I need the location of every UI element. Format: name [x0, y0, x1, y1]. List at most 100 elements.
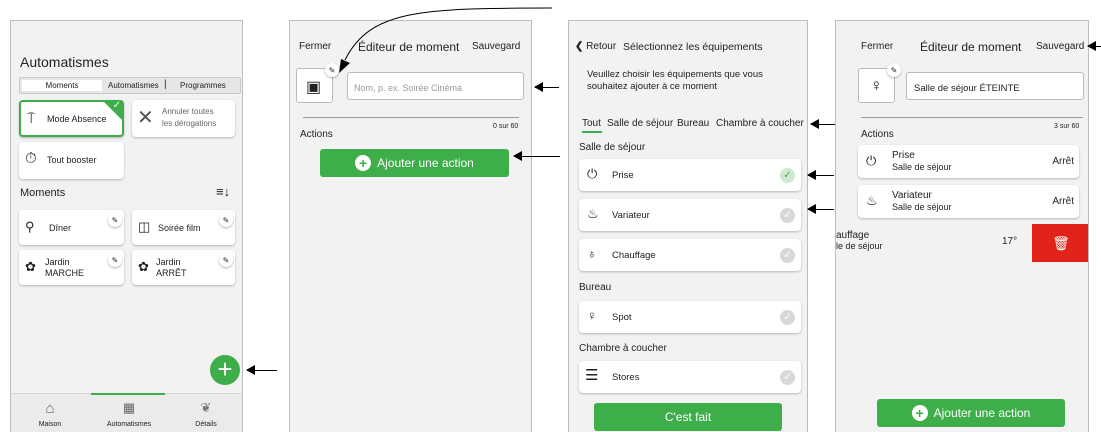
name-input[interactable]: Salle de séjour ÉTEINTE	[906, 72, 1084, 100]
nav-automatismes[interactable]: ▦ Automatismes	[99, 400, 159, 428]
edit-icon[interactable]: ✎	[219, 253, 233, 267]
save-link[interactable]: Sauvegard	[1036, 41, 1084, 52]
nav-details[interactable]: ❦ Détails	[181, 400, 231, 428]
moment-tile-diner[interactable]: ⚲ Dîner ✎	[19, 210, 124, 245]
mode-absence-tile[interactable]: ⍑ Mode Absence ✓	[19, 100, 124, 137]
check-icon[interactable]: ✓	[780, 370, 795, 385]
callout-arrow-add-action	[513, 151, 560, 161]
tab-bureau[interactable]: Bureau	[677, 118, 709, 129]
moment-tile-jardin-arret[interactable]: ✿ Jardin ARRÊT ✎	[132, 250, 235, 285]
edit-icon[interactable]: ✎	[108, 253, 122, 267]
action-room: le de séjour	[836, 241, 883, 251]
callout-curve-arrow	[339, 7, 553, 73]
tout-booster-tile[interactable]: ⏱ Tout booster	[19, 142, 124, 179]
actions-label: Actions	[861, 129, 894, 140]
blinds-icon: ☰	[585, 367, 599, 384]
equipment-label: Stores	[612, 372, 640, 383]
nav-label: Détails	[195, 421, 217, 428]
edit-icon[interactable]: ✎	[887, 63, 901, 77]
tab-automatismes[interactable]: Automatismes	[108, 80, 159, 91]
plus-icon: +	[355, 155, 372, 171]
equipment-row-stores[interactable]: ☰ Stores ✓	[579, 361, 801, 393]
equipment-label: Spot	[612, 312, 632, 323]
annuler-line2: les dérogations	[162, 119, 217, 128]
screen-editeur-vide: Fermer Éditeur de moment Sauvegard ▣ ✎ N…	[289, 20, 532, 432]
action-name: Variateur	[892, 190, 932, 201]
check-icon[interactable]: ✓	[780, 248, 795, 263]
check-icon: ✓	[112, 100, 121, 111]
callout-arrow-name-input	[534, 82, 559, 92]
flower-icon: ✿	[138, 259, 149, 274]
edit-icon[interactable]: ✎	[219, 213, 233, 227]
back-link[interactable]: ❮ Retour	[575, 41, 616, 52]
edit-icon[interactable]: ✎	[108, 213, 122, 227]
action-room: Salle de séjour	[892, 202, 952, 212]
action-row-prise[interactable]: ⏻ Prise Salle de séjour Arrêt	[858, 145, 1079, 178]
moment-label-line1: Jardin	[45, 257, 70, 267]
annuler-line1: Annuler toutes	[162, 107, 214, 116]
moment-tile-jardin-marche[interactable]: ✿ Jardin MARCHE ✎	[19, 250, 124, 285]
moment-icon-picker[interactable]: ♀ ✎	[858, 63, 901, 103]
add-fab[interactable]: +	[210, 355, 240, 385]
actions-label: Actions	[300, 129, 333, 140]
flower-icon: ✿	[25, 259, 36, 274]
action-value: Arrêt	[1052, 196, 1074, 207]
add-action-label: Ajouter une action	[377, 156, 474, 170]
screen-title: Éditeur de moment	[920, 40, 1022, 54]
tab-programmes[interactable]: Programmes	[180, 80, 226, 91]
action-row-variateur[interactable]: ♨ Variateur Salle de séjour Arrêt	[858, 185, 1079, 218]
segmented-tabs: Moments Automatismes | Programmes	[19, 77, 241, 94]
tab-moments[interactable]: Moments	[22, 80, 102, 91]
equipment-row-chauffage[interactable]: ♁ Chauffage ✓	[579, 239, 801, 271]
close-link[interactable]: Fermer	[861, 41, 893, 52]
done-button[interactable]: C'est fait	[594, 403, 782, 431]
equipment-row-spot[interactable]: ♀ Spot ✓	[579, 301, 801, 333]
screen-selection-equipements: ❮ Retour Sélectionnez les équipements Ve…	[568, 20, 808, 432]
tout-booster-label: Tout booster	[47, 155, 97, 165]
callout-arrow-save	[1087, 41, 1101, 51]
moment-label: Dîner	[49, 223, 72, 233]
equipment-row-prise[interactable]: ⏻ Prise ✓	[579, 159, 801, 191]
equipment-row-variateur[interactable]: ♨ Variateur ✓	[579, 199, 801, 231]
close-icon: ✕	[137, 107, 154, 129]
action-name: Prise	[892, 150, 915, 161]
check-icon[interactable]: ✓	[780, 310, 795, 325]
bulb-icon: ♀	[870, 76, 883, 95]
add-action-button[interactable]: + Ajouter une action	[877, 399, 1065, 427]
check-icon-selected[interactable]: ✓	[780, 168, 795, 183]
moment-label-line2: ARRÊT	[156, 268, 187, 278]
instructions: Veuillez choisir les équipements que vou…	[587, 69, 763, 92]
movie-icon: ◫	[138, 219, 151, 234]
group-header: Chambre à coucher	[579, 343, 667, 354]
add-action-button[interactable]: + Ajouter une action	[320, 149, 509, 177]
outlet-icon: ⏻	[587, 166, 598, 181]
leaf-icon: ❦	[200, 400, 212, 415]
delete-button[interactable]: 🗑	[1032, 224, 1088, 262]
moments-header: Moments	[20, 187, 66, 199]
equipment-label: Chauffage	[612, 250, 656, 261]
actions-count: 3 sur 60	[1054, 123, 1080, 130]
callout-arrow-variateur	[807, 204, 834, 214]
annuler-derogations-tile[interactable]: ✕ Annuler toutes les dérogations	[132, 100, 235, 137]
screen-editeur-rempli: Fermer Éditeur de moment Sauvegard ♀ ✎ S…	[835, 20, 1089, 432]
outlet-icon: ⏻	[866, 153, 877, 168]
tab-tout[interactable]: Tout	[582, 118, 601, 129]
equipment-label: Prise	[612, 170, 634, 181]
flame-icon: ♁	[587, 246, 597, 261]
back-label: Retour	[586, 41, 617, 52]
sort-icon[interactable]: ≡↓	[216, 184, 230, 199]
trash-icon: 🗑	[1052, 235, 1070, 251]
nav-maison[interactable]: ⌂ Maison	[25, 400, 75, 428]
home-icon: ⌂	[45, 400, 55, 417]
cutlery-icon: ⚲	[25, 219, 35, 234]
actions-count: 0 sur 60	[493, 123, 519, 130]
bottom-nav: ⌂ Maison ▦ Automatismes ❦ Détails	[11, 393, 242, 432]
group-header: Bureau	[579, 282, 612, 293]
action-row-chauffage-swiped[interactable]: auffage le de séjour 17° 🗑	[836, 224, 1088, 262]
callout-arrow-prise	[807, 170, 834, 180]
tab-chambre[interactable]: Chambre à coucher	[716, 118, 804, 129]
moment-tile-soiree-film[interactable]: ◫ Soirée film ✎	[132, 210, 235, 245]
tab-salle-de-sejour[interactable]: Salle de séjour	[607, 118, 673, 129]
chevron-left-icon: ❮	[575, 41, 584, 52]
check-icon[interactable]: ✓	[780, 208, 795, 223]
